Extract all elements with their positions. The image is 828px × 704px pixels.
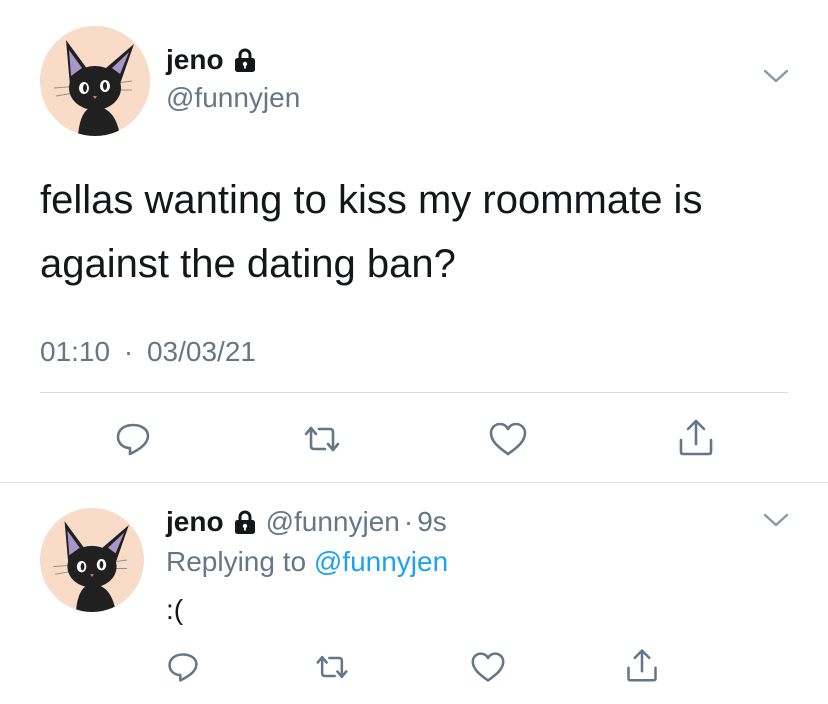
reply-icon[interactable] <box>166 650 200 684</box>
tweet-time: 01:10 <box>40 336 111 367</box>
separator-dot: · <box>123 336 134 367</box>
tweet-text: fellas wanting to kiss my roommate is ag… <box>40 168 702 296</box>
display-name[interactable]: jeno <box>166 506 224 538</box>
like-icon[interactable] <box>470 650 506 684</box>
divider <box>40 392 788 393</box>
lock-icon <box>232 509 258 535</box>
tweet-age[interactable]: 9s <box>417 506 447 538</box>
replying-to: Replying to @funnyjen <box>166 544 448 580</box>
share-icon[interactable] <box>624 646 660 684</box>
tweet-text-line-1: fellas wanting to kiss my roommate is <box>40 178 703 222</box>
tweet-text: :( <box>166 594 184 625</box>
replying-to-link[interactable]: @funnyjen <box>314 546 448 577</box>
reply-icon[interactable] <box>114 420 152 458</box>
display-name[interactable]: jeno <box>166 44 224 76</box>
like-icon[interactable] <box>488 420 528 458</box>
chevron-down-icon[interactable] <box>762 510 790 530</box>
tweet-text-line-2: against the dating ban? <box>40 242 456 286</box>
replying-to-label: Replying to <box>166 546 307 577</box>
black-cat-avatar-icon <box>40 26 150 136</box>
chevron-down-icon[interactable] <box>762 66 790 86</box>
separator-dot: · <box>403 506 414 537</box>
timestamp[interactable]: 01:10 · 03/03/21 <box>40 334 256 370</box>
lock-icon <box>232 47 258 73</box>
avatar[interactable] <box>40 508 144 612</box>
avatar[interactable] <box>40 26 150 136</box>
handle[interactable]: @funnyjen <box>266 506 400 538</box>
tweet-separator <box>0 482 828 483</box>
handle[interactable]: @funnyjen <box>166 80 300 116</box>
retweet-icon[interactable] <box>300 420 344 458</box>
tweet-date: 03/03/21 <box>146 336 256 367</box>
black-cat-avatar-icon <box>40 508 144 612</box>
share-icon[interactable] <box>676 416 716 458</box>
retweet-icon[interactable] <box>312 650 352 684</box>
